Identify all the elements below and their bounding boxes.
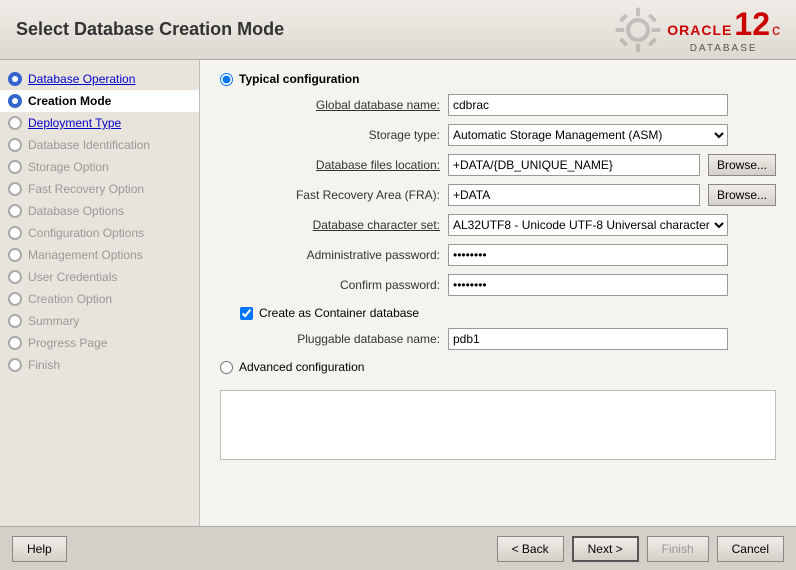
step-circle-8: [8, 226, 22, 240]
oracle-branding: ORACLE 12c DATABASE: [667, 6, 780, 54]
fast-recovery-area-input[interactable]: [448, 184, 700, 206]
oracle-database-label: DATABASE: [667, 43, 780, 54]
typical-config-radio[interactable]: [220, 73, 233, 86]
sidebar-item-progress-page: Progress Page: [0, 332, 199, 354]
db-character-set-row: Database character set: AL32UTF8 - Unico…: [240, 214, 776, 236]
sidebar-item-storage-option: Storage Option: [0, 156, 199, 178]
sidebar-item-user-credentials: User Credentials: [0, 266, 199, 288]
fast-recovery-area-label: Fast Recovery Area (FRA):: [240, 188, 440, 202]
sidebar-label-creation-option: Creation Option: [28, 292, 112, 306]
global-db-name-label: Global database name:: [240, 98, 440, 112]
sidebar-item-summary: Summary: [0, 310, 199, 332]
pluggable-db-row: Pluggable database name:: [240, 328, 776, 350]
sidebar-label-finish: Finish: [28, 358, 60, 372]
advanced-config-radio[interactable]: [220, 361, 233, 374]
pluggable-db-label: Pluggable database name:: [240, 332, 440, 346]
confirm-password-row: Confirm password:: [240, 274, 776, 296]
step-circle-1: [8, 72, 22, 86]
sidebar-item-management-options: Management Options: [0, 244, 199, 266]
sidebar-item-configuration-options: Configuration Options: [0, 222, 199, 244]
sidebar-item-database-options: Database Options: [0, 200, 199, 222]
finish-button: Finish: [647, 536, 709, 562]
sidebar-item-database-operation[interactable]: Database Operation: [0, 68, 199, 90]
sidebar-label-database-identification: Database Identification: [28, 138, 150, 152]
help-button[interactable]: Help: [12, 536, 67, 562]
container-db-label[interactable]: Create as Container database: [259, 306, 419, 320]
footer-right: < Back Next > Finish Cancel: [497, 536, 784, 562]
sidebar-label-deployment-type[interactable]: Deployment Type: [28, 116, 121, 130]
confirm-password-input[interactable]: [448, 274, 728, 296]
db-files-browse-button[interactable]: Browse...: [708, 154, 776, 176]
step-circle-10: [8, 270, 22, 284]
content-area: Typical configuration Global database na…: [200, 60, 796, 526]
main-container: Database Operation Creation Mode Deploym…: [0, 60, 796, 526]
db-files-location-label: Database files location:: [240, 158, 440, 172]
typical-config-label[interactable]: Typical configuration: [239, 72, 359, 86]
step-circle-14: [8, 358, 22, 372]
oracle-version: 12: [734, 6, 770, 43]
sidebar-label-configuration-options: Configuration Options: [28, 226, 144, 240]
fast-recovery-area-row: Fast Recovery Area (FRA): Browse...: [240, 184, 776, 206]
typical-config-row[interactable]: Typical configuration: [220, 72, 776, 86]
page-title: Select Database Creation Mode: [16, 19, 284, 40]
step-circle-4: [8, 138, 22, 152]
sidebar-item-creation-mode: Creation Mode: [0, 90, 199, 112]
sidebar-item-finish: Finish: [0, 354, 199, 376]
footer-left: Help: [12, 536, 67, 562]
typical-config-fields: Global database name: Storage type: Auto…: [240, 94, 776, 296]
sidebar-item-fast-recovery-option: Fast Recovery Option: [0, 178, 199, 200]
admin-password-label: Administrative password:: [240, 248, 440, 262]
db-files-location-input[interactable]: [448, 154, 700, 176]
step-circle-9: [8, 248, 22, 262]
pluggable-db-input[interactable]: [448, 328, 728, 350]
global-db-name-row: Global database name:: [240, 94, 776, 116]
next-button[interactable]: Next >: [572, 536, 639, 562]
step-circle-13: [8, 336, 22, 350]
sidebar-label-storage-option: Storage Option: [28, 160, 109, 174]
sidebar-item-deployment-type[interactable]: Deployment Type: [0, 112, 199, 134]
step-circle-11: [8, 292, 22, 306]
sidebar-label-creation-mode: Creation Mode: [28, 94, 111, 108]
advanced-config-label[interactable]: Advanced configuration: [239, 360, 364, 374]
step-circle-2: [8, 94, 22, 108]
sidebar-label-fast-recovery-option: Fast Recovery Option: [28, 182, 144, 196]
fast-recovery-browse-button[interactable]: Browse...: [708, 184, 776, 206]
sidebar-label-summary: Summary: [28, 314, 79, 328]
sidebar: Database Operation Creation Mode Deploym…: [0, 60, 200, 526]
step-circle-3: [8, 116, 22, 130]
oracle-logo: ORACLE 12c DATABASE: [613, 5, 780, 55]
sidebar-label-database-operation[interactable]: Database Operation: [28, 72, 135, 86]
db-character-set-select[interactable]: AL32UTF8 - Unicode UTF-8 Universal chara…: [448, 214, 728, 236]
storage-type-row: Storage type: Automatic Storage Manageme…: [240, 124, 776, 146]
db-files-location-row: Database files location: Browse...: [240, 154, 776, 176]
global-db-name-input[interactable]: [448, 94, 728, 116]
header: Select Database Creation Mode ORACLE 12c…: [0, 0, 796, 60]
storage-type-select[interactable]: Automatic Storage Management (ASM) File …: [448, 124, 728, 146]
step-circle-5: [8, 160, 22, 174]
back-button[interactable]: < Back: [497, 536, 564, 562]
db-character-set-label: Database character set:: [240, 218, 440, 232]
cancel-button[interactable]: Cancel: [717, 536, 784, 562]
message-box: [220, 390, 776, 460]
oracle-version-c: c: [772, 22, 780, 40]
sidebar-label-management-options: Management Options: [28, 248, 143, 262]
sidebar-item-creation-option: Creation Option: [0, 288, 199, 310]
sidebar-item-database-identification: Database Identification: [0, 134, 199, 156]
advanced-config-row[interactable]: Advanced configuration: [220, 360, 776, 374]
sidebar-label-user-credentials: User Credentials: [28, 270, 117, 284]
sidebar-label-progress-page: Progress Page: [28, 336, 107, 350]
admin-password-row: Administrative password:: [240, 244, 776, 266]
sidebar-label-database-options: Database Options: [28, 204, 124, 218]
gear-icon: [613, 5, 663, 55]
container-db-checkbox[interactable]: [240, 307, 253, 320]
footer: Help < Back Next > Finish Cancel: [0, 526, 796, 570]
admin-password-input[interactable]: [448, 244, 728, 266]
step-circle-7: [8, 204, 22, 218]
container-db-row[interactable]: Create as Container database: [240, 306, 776, 320]
storage-type-label: Storage type:: [240, 128, 440, 142]
confirm-password-label: Confirm password:: [240, 278, 440, 292]
step-circle-12: [8, 314, 22, 328]
oracle-text: ORACLE: [667, 22, 732, 38]
step-circle-6: [8, 182, 22, 196]
